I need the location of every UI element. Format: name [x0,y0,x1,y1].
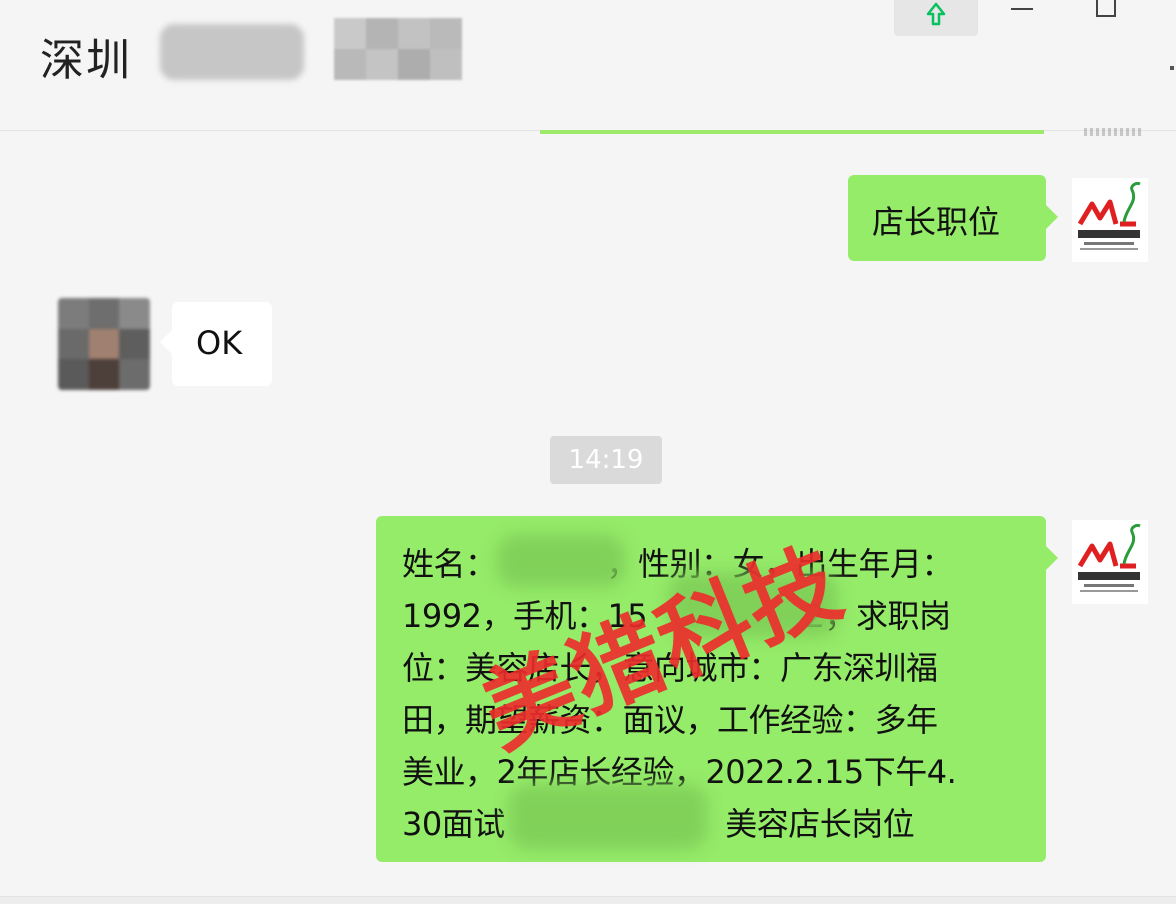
message-line: 30面试 美容店长岗位 [402,805,915,843]
previous-avatar-edge [1084,128,1142,136]
my-avatar[interactable] [1072,178,1148,262]
message-bubble-mine[interactable]: 店长职位 [848,175,1058,261]
input-area-divider [0,896,1176,904]
minimize-button[interactable] [1002,0,1042,24]
previous-message-edge [540,130,1044,134]
ml-logo-icon [1077,524,1141,592]
message-line: 美业，2年店长经验，2022.2.15下午4. [402,753,957,791]
redacted-phone-blur [668,572,838,638]
chat-window: 深圳 店长职位 OK 14:19 姓名： ，性别：女，出生年月： 1992，手机… [0,0,1176,904]
ml-logo-icon [1077,182,1141,250]
bubble-tail [1046,205,1058,229]
pin-button[interactable] [894,0,978,36]
redacted-name-mosaic [334,18,462,80]
redacted-company-blur [508,784,708,850]
timestamp-badge: 14:19 [550,436,662,484]
redacted-name-blur [496,534,626,588]
message-text: OK [196,324,243,362]
message-line: 田，期望薪资：面议，工作经验：多年 [402,701,938,739]
message-line: 位：美容店长，意向城市：广东深圳福 [402,649,938,687]
message-text: 店长职位 [872,203,1001,241]
redacted-name [160,24,304,80]
minimize-icon [1011,8,1033,10]
contact-avatar[interactable] [58,298,150,390]
message-bubble-theirs[interactable]: OK [160,302,272,386]
maximize-button[interactable] [1086,0,1126,24]
pin-icon [926,2,946,26]
bubble-tail [160,330,172,354]
chat-header: 深圳 [0,0,1176,131]
chat-title: 深圳 [40,35,132,86]
my-avatar[interactable] [1072,520,1148,604]
bubble-tail [1046,546,1058,570]
more-icon[interactable] [1170,66,1174,70]
maximize-icon [1096,0,1116,17]
message-bubble-mine[interactable]: 姓名： ，性别：女，出生年月： 1992，手机：15 2，求职岗 位：美容店长，… [376,516,1058,862]
